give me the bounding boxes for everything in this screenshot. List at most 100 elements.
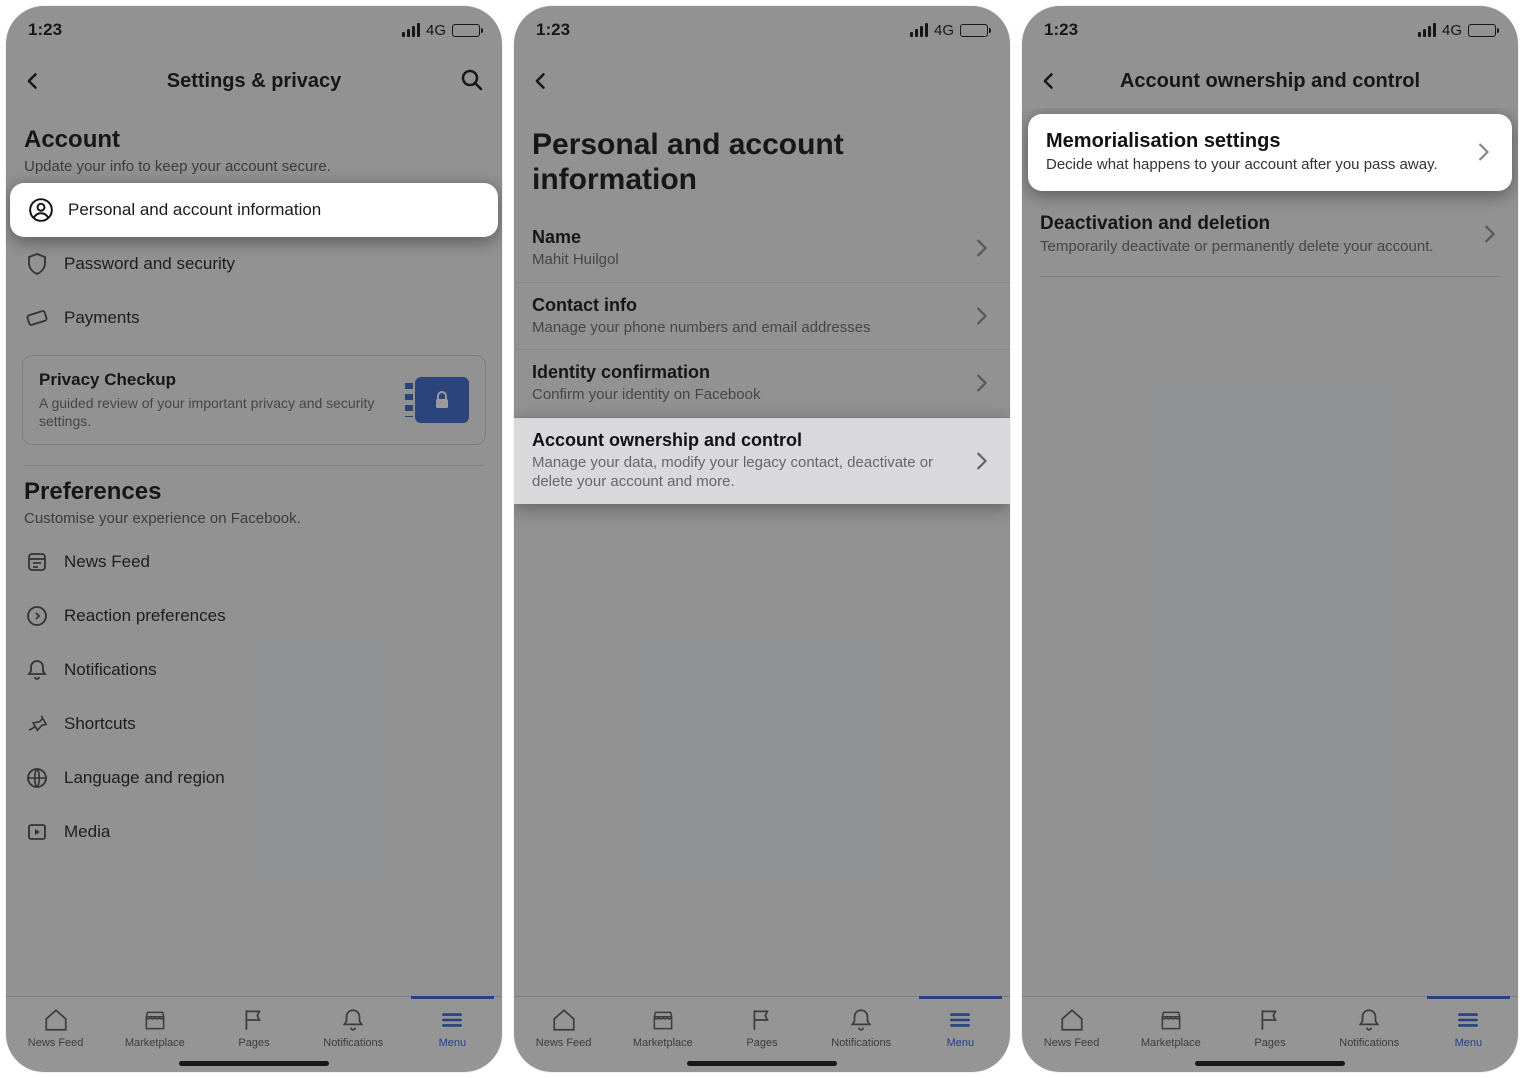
status-bar: 1:23 4G	[1022, 6, 1518, 54]
tab-news-feed[interactable]: News Feed	[514, 997, 613, 1058]
tab-marketplace[interactable]: Marketplace	[1121, 997, 1220, 1058]
row-contact-info[interactable]: Contact info Manage your phone numbers a…	[514, 283, 1010, 351]
tab-label: Notifications	[1339, 1037, 1399, 1049]
tab-pages[interactable]: Pages	[1220, 997, 1319, 1058]
section-title: Preferences	[24, 478, 484, 506]
row-news-feed[interactable]: News Feed	[6, 535, 502, 589]
tab-notifications[interactable]: Notifications	[1320, 997, 1419, 1058]
search-button[interactable]	[460, 68, 486, 94]
item-subtitle: Manage your phone numbers and email addr…	[532, 318, 960, 338]
home-indicator	[687, 1061, 837, 1066]
item-subtitle: Confirm your identity on Facebook	[532, 385, 960, 405]
tab-label: Marketplace	[633, 1037, 693, 1049]
search-icon	[460, 68, 484, 92]
bell-icon	[1356, 1007, 1382, 1033]
tab-pages[interactable]: Pages	[204, 997, 303, 1058]
row-shortcuts[interactable]: Shortcuts	[6, 697, 502, 751]
item-subtitle: Mahit Huilgol	[532, 250, 960, 270]
home-indicator	[179, 1061, 329, 1066]
privacy-checkup-subtitle: A guided review of your important privac…	[39, 394, 401, 430]
reaction-icon	[24, 603, 50, 629]
row-deactivation-deletion[interactable]: Deactivation and deletion Temporarily de…	[1022, 201, 1518, 269]
store-icon	[650, 1007, 676, 1033]
battery-icon	[452, 24, 480, 37]
item-subtitle: Temporarily deactivate or permanently de…	[1040, 237, 1468, 257]
row-label: Personal and account information	[68, 200, 321, 220]
bell-icon	[848, 1007, 874, 1033]
tab-news-feed[interactable]: News Feed	[6, 997, 105, 1058]
item-subtitle: Manage your data, modify your legacy con…	[532, 453, 960, 492]
row-account-ownership[interactable]: Account ownership and control Manage you…	[514, 418, 1010, 504]
tab-menu[interactable]: Menu	[911, 997, 1010, 1058]
globe-icon	[24, 765, 50, 791]
home-icon	[43, 1007, 69, 1033]
status-time: 1:23	[536, 20, 570, 40]
store-icon	[142, 1007, 168, 1033]
section-account: Account Update your info to keep your ac…	[6, 108, 502, 183]
home-icon	[551, 1007, 577, 1033]
tab-pages[interactable]: Pages	[712, 997, 811, 1058]
section-preferences: Preferences Customise your experience on…	[6, 474, 502, 535]
row-password-security[interactable]: Password and security	[6, 237, 502, 291]
chevron-left-icon	[531, 71, 551, 91]
row-label: Media	[64, 822, 110, 842]
item-subtitle: Decide what happens to your account afte…	[1046, 155, 1462, 175]
signal-icon	[1418, 23, 1436, 37]
status-bar: 1:23 4G	[6, 6, 502, 54]
network-label: 4G	[1442, 22, 1462, 39]
row-reaction-preferences[interactable]: Reaction preferences	[6, 589, 502, 643]
row-personal-account-info[interactable]: Personal and account information	[10, 183, 498, 237]
item-title: Memorialisation settings	[1046, 130, 1462, 153]
page-title: Personal and account information	[514, 108, 1010, 215]
bell-icon	[340, 1007, 366, 1033]
menu-icon	[947, 1007, 973, 1033]
pin-icon	[24, 711, 50, 737]
menu-icon	[1455, 1007, 1481, 1033]
privacy-checkup-card[interactable]: Privacy Checkup A guided review of your …	[22, 355, 486, 445]
tab-label: Notifications	[323, 1037, 383, 1049]
section-subtitle: Customise your experience on Facebook.	[24, 510, 484, 527]
item-title: Account ownership and control	[532, 430, 960, 451]
tab-label: Marketplace	[1141, 1037, 1201, 1049]
row-name[interactable]: Name Mahit Huilgol	[514, 215, 1010, 283]
tab-marketplace[interactable]: Marketplace	[105, 997, 204, 1058]
menu-icon	[439, 1007, 465, 1033]
nav-header: Settings & privacy	[6, 54, 502, 108]
chevron-right-icon	[1472, 141, 1494, 163]
row-identity-confirmation[interactable]: Identity confirmation Confirm your ident…	[514, 350, 1010, 418]
tab-menu[interactable]: Menu	[1419, 997, 1518, 1058]
tab-label: Marketplace	[125, 1037, 185, 1049]
network-label: 4G	[426, 22, 446, 39]
back-button[interactable]	[528, 68, 554, 94]
screen-settings-privacy: 1:23 4G Settings & privacy Account Updat…	[6, 6, 502, 1072]
item-title: Contact info	[532, 295, 960, 316]
tab-marketplace[interactable]: Marketplace	[613, 997, 712, 1058]
tab-label: News Feed	[1044, 1037, 1100, 1049]
section-subtitle: Update your info to keep your account se…	[24, 158, 484, 175]
home-indicator	[1195, 1061, 1345, 1066]
bell-icon	[24, 657, 50, 683]
screen-account-ownership: 1:23 4G Account ownership and control Me…	[1022, 6, 1518, 1072]
row-payments[interactable]: Payments	[6, 291, 502, 345]
flag-icon	[241, 1007, 267, 1033]
network-label: 4G	[934, 22, 954, 39]
tab-label: Menu	[947, 1037, 975, 1049]
nav-header: Account ownership and control	[1022, 54, 1518, 108]
row-notifications[interactable]: Notifications	[6, 643, 502, 697]
row-language-region[interactable]: Language and region	[6, 751, 502, 805]
row-label: Reaction preferences	[64, 606, 226, 626]
store-icon	[1158, 1007, 1184, 1033]
status-bar: 1:23 4G	[514, 6, 1010, 54]
row-memorialisation-settings[interactable]: Memorialisation settings Decide what hap…	[1028, 114, 1512, 191]
battery-icon	[960, 24, 988, 37]
tab-label: Pages	[1254, 1037, 1285, 1049]
tab-notifications[interactable]: Notifications	[812, 997, 911, 1058]
row-label: Shortcuts	[64, 714, 136, 734]
row-label: Language and region	[64, 768, 225, 788]
tab-news-feed[interactable]: News Feed	[1022, 997, 1121, 1058]
row-media[interactable]: Media	[6, 805, 502, 859]
tab-menu[interactable]: Menu	[403, 997, 502, 1058]
tab-notifications[interactable]: Notifications	[304, 997, 403, 1058]
shield-icon	[24, 251, 50, 277]
flag-icon	[1257, 1007, 1283, 1033]
